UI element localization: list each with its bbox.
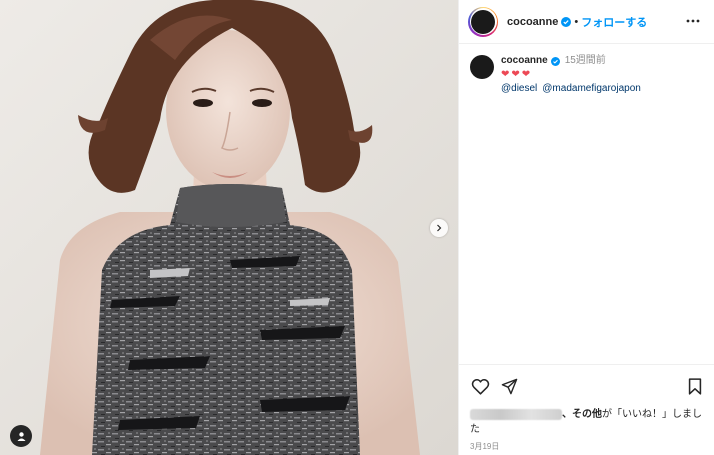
caption-mentions: @diesel @madamefigarojapon xyxy=(501,82,646,96)
verified-badge-icon xyxy=(550,56,560,66)
verified-badge-icon xyxy=(561,16,572,27)
next-image-button[interactable] xyxy=(430,219,448,237)
avatar xyxy=(471,9,495,34)
separator-dot: • xyxy=(574,15,579,28)
portrait-image xyxy=(0,0,458,455)
more-options-icon[interactable] xyxy=(686,14,700,33)
bookmark-icon[interactable] xyxy=(688,377,702,395)
likes-summary: 、その他が「いいね！」しました xyxy=(459,397,714,437)
tagged-users-button[interactable] xyxy=(10,425,32,447)
share-icon[interactable] xyxy=(501,378,518,395)
caption-avatar[interactable] xyxy=(470,55,494,79)
mention-madamefigarojapon[interactable]: @madamefigarojapon xyxy=(542,83,641,94)
post-photo[interactable] xyxy=(0,0,458,455)
post-date[interactable]: 3月19日 xyxy=(459,437,714,452)
mention-diesel[interactable]: @diesel xyxy=(501,83,537,94)
likes-others[interactable]: 、その他 xyxy=(562,409,602,420)
post-footer: 、その他が「いいね！」しました 3月19日 xyxy=(459,364,714,452)
caption-username[interactable]: cocoanne xyxy=(501,54,548,68)
profile-avatar[interactable] xyxy=(468,6,498,37)
post-side-panel: cocoanne • フォローする cocoanne 15週間前 ❤❤❤ @di… xyxy=(458,0,714,455)
post-header: cocoanne • フォローする xyxy=(459,0,714,44)
header-username[interactable]: cocoanne xyxy=(507,16,558,28)
user-tag-icon xyxy=(17,431,25,441)
post-time[interactable]: 15週間前 xyxy=(565,54,606,68)
caption-hearts: ❤❤❤ xyxy=(501,69,533,80)
follow-button[interactable]: フォローする xyxy=(581,14,647,30)
chevron-right-icon xyxy=(437,224,442,232)
action-bar xyxy=(459,365,714,397)
heart-icon[interactable] xyxy=(471,378,490,395)
post-caption: cocoanne 15週間前 ❤❤❤ @diesel @madamefigaroj… xyxy=(459,44,714,96)
blurred-liker-name xyxy=(470,408,562,420)
